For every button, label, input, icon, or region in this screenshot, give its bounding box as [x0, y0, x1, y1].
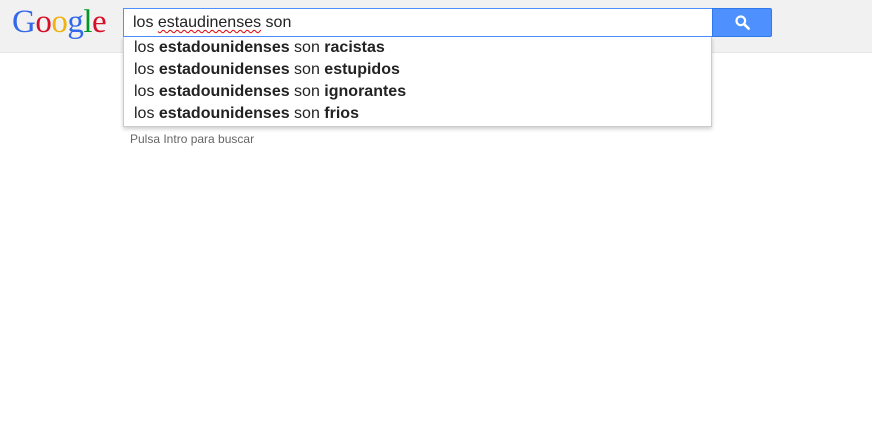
logo-letter: e — [92, 4, 107, 40]
suggestion-text: los — [134, 105, 159, 122]
suggestion-bold-text: estadounidenses — [158, 83, 290, 100]
google-logo[interactable]: Google — [12, 2, 107, 42]
suggestion-item[interactable]: los estadounidenses son estupidos — [124, 59, 711, 81]
suggestion-bold-text: estadounidenses — [158, 39, 290, 56]
suggestion-text: los — [134, 83, 159, 100]
search-button[interactable] — [712, 8, 772, 37]
suggestion-bold-text: estadounidenses — [158, 105, 290, 122]
suggestion-item[interactable]: los estadounidenses son racistas — [124, 37, 711, 59]
suggestion-bold-text: ignorantes — [324, 83, 407, 100]
logo-letter: l — [83, 4, 93, 40]
search-icon — [734, 15, 750, 30]
logo-letter: o — [35, 4, 52, 40]
suggestion-text: son — [289, 39, 325, 56]
suggestion-bold-text: estadounidenses — [158, 61, 290, 78]
search-input[interactable]: los estaudinenses son — [123, 8, 712, 37]
logo-letter: g — [67, 4, 84, 40]
suggestion-text: son — [289, 105, 325, 122]
suggestion-bold-text: estupidos — [324, 61, 400, 78]
suggestion-text: son — [289, 61, 325, 78]
suggestion-item[interactable]: los estadounidenses son frios — [124, 103, 711, 125]
press-enter-hint: Pulsa Intro para buscar — [130, 132, 255, 146]
search-query-text[interactable]: los estaudinenses son — [133, 14, 291, 32]
logo-letter: G — [12, 4, 36, 40]
suggestion-bold-text: racistas — [324, 39, 385, 56]
suggestion-text: los — [134, 39, 159, 56]
logo-letter: o — [51, 4, 68, 40]
suggestion-item[interactable]: los estadounidenses son ignorantes — [124, 81, 711, 103]
query-suffix: son — [261, 14, 292, 31]
suggestion-text: los — [134, 61, 159, 78]
suggestion-bold-text: frios — [324, 105, 359, 122]
query-misspelled-word: estaudinenses — [157, 14, 262, 31]
autocomplete-dropdown: los estadounidenses son racistas los est… — [123, 37, 712, 127]
suggestion-text: son — [289, 83, 325, 100]
query-prefix: los — [133, 14, 158, 31]
